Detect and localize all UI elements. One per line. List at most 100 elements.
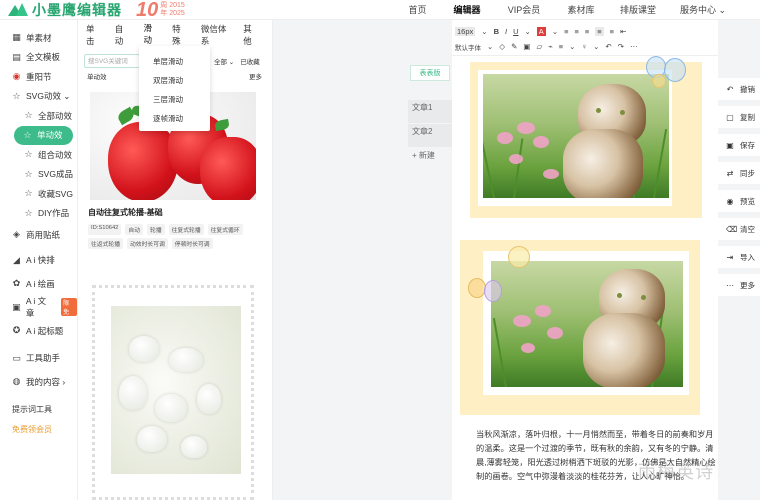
sidebar-item-tools[interactable]: ▭ 工具助手: [0, 349, 77, 369]
more-icon[interactable]: ⋯: [630, 42, 638, 51]
image-icon[interactable]: ▣: [523, 42, 530, 51]
doc-item-2[interactable]: 文章2: [408, 124, 452, 147]
font-color-icon[interactable]: A: [536, 27, 546, 36]
italic-icon[interactable]: I: [505, 27, 507, 36]
save-icon: ▣: [726, 140, 734, 150]
line-height-icon[interactable]: ≡: [610, 27, 614, 36]
tab-other[interactable]: 其他: [243, 23, 257, 47]
more-button[interactable]: ⋯ 更多: [718, 274, 760, 296]
top-nav-bar: 小墨鹰编辑器 10 周 2015 年 2025 首页 编辑器 VIP会员 素材库…: [0, 0, 760, 20]
free-vip-link[interactable]: 免费领会员: [0, 420, 77, 440]
nav-class[interactable]: 排版课堂: [608, 0, 668, 20]
sidebar-label: 全部动效: [38, 110, 73, 121]
item-tags: ID:S10642 自动 轮播 往复式轮播 往复式循环 往返式轮播 动效时长可调…: [78, 218, 273, 249]
copy-button[interactable]: ▢ 复制: [718, 106, 760, 128]
sidebar-item-ai-title[interactable]: ✪ A i 起标题: [0, 321, 77, 341]
watermark-text: 雨梅英诗: [638, 462, 714, 482]
ai-text-icon: ▣: [12, 301, 21, 312]
chevron-down-icon[interactable]: ⌄: [481, 27, 487, 36]
sidebar-item-ai-typeset[interactable]: ◢ A i 快排: [0, 251, 77, 271]
sidebar-sub-fav-svg[interactable]: ☆ 收藏SVG: [0, 184, 77, 204]
sidebar-item-single-material[interactable]: ▦ 单素材: [0, 28, 77, 48]
main-nav: 首页 编辑器 VIP会员 素材库 排版课堂 服务中心 ⌄: [395, 0, 738, 20]
emoji-icon[interactable]: ♀: [581, 42, 587, 51]
sidebar-sub-single-effect[interactable]: ☆ 单动效: [14, 125, 73, 145]
dropdown-item-triple-slide[interactable]: 三层滑动: [139, 90, 210, 109]
align-left-icon[interactable]: ≡: [564, 27, 568, 36]
sidebar-sub-all-effects[interactable]: ☆ 全部动效: [0, 106, 77, 126]
undo-icon[interactable]: ↶: [605, 42, 611, 51]
anniversary-badge: 10 周 2015 年 2025: [136, 0, 185, 20]
sidebar-label: 商用贴纸: [26, 229, 61, 240]
filter-all-dropdown[interactable]: 全部 ⌄: [214, 56, 234, 66]
sync-button[interactable]: ⇄ 同步: [718, 162, 760, 184]
filter-favorites[interactable]: 已收藏: [240, 56, 260, 66]
font-size-select[interactable]: 16px: [455, 27, 476, 36]
list-icon[interactable]: ≡: [559, 42, 563, 51]
save-button[interactable]: ▣ 保存: [718, 134, 760, 156]
nav-vip[interactable]: VIP会员: [494, 0, 554, 20]
import-button[interactable]: ⇥ 导入: [718, 246, 760, 268]
prompt-tool-link[interactable]: 提示词工具: [0, 400, 77, 420]
brand-logo[interactable]: 小墨鹰编辑器: [8, 0, 122, 20]
undo-icon: ↶: [726, 84, 734, 94]
sidebar-item-ai-article[interactable]: ▣ A i 文章 限免: [0, 296, 77, 318]
anniversary-line1: 周 2015: [160, 1, 185, 9]
align-justify-icon[interactable]: ≡: [595, 27, 604, 36]
clear-button[interactable]: ⌫ 清空: [718, 218, 760, 240]
brush-icon[interactable]: ✎: [511, 42, 517, 51]
tab-click[interactable]: 单击: [86, 23, 100, 47]
tab-special[interactable]: 特殊: [172, 23, 186, 47]
bold-icon[interactable]: B: [494, 27, 499, 36]
document-list: 文章1 文章2 + 新建: [408, 100, 452, 172]
doc-item-1[interactable]: 文章1: [408, 100, 452, 123]
sidebar-item-ai-paint[interactable]: ✿ A i 绘画: [0, 274, 77, 294]
sidebar-item-festival[interactable]: ◉ 重阳节: [0, 67, 77, 87]
align-right-icon[interactable]: ≡: [585, 27, 589, 36]
chevron-down-icon[interactable]: ⌄: [569, 42, 575, 51]
nav-home[interactable]: 首页: [395, 0, 440, 20]
snowdrop-thumbnail[interactable]: [92, 285, 254, 500]
sidebar-item-templates[interactable]: ▤ 全文模板: [0, 48, 77, 68]
sidebar-item-stickers[interactable]: ◈ 商用贴纸: [0, 225, 77, 245]
align-center-icon[interactable]: ≡: [575, 27, 579, 36]
chevron-down-icon[interactable]: ⌄: [552, 27, 558, 36]
nav-service[interactable]: 服务中心 ⌄: [668, 0, 738, 20]
redo-icon[interactable]: ↷: [618, 42, 624, 51]
dropdown-item-double-slide[interactable]: 双层滑动: [139, 71, 210, 90]
dropdown-item-single-slide[interactable]: 单层滑动: [139, 52, 210, 71]
underline-icon[interactable]: U: [513, 27, 518, 36]
preview-button[interactable]: ◉ 预览: [718, 190, 760, 212]
svg-search-input[interactable]: 搜SVG关键词: [84, 54, 140, 68]
action-label: 复制: [740, 112, 755, 122]
cat-image-frame-2[interactable]: [460, 240, 700, 415]
cat-photo-2: [491, 261, 683, 387]
sidebar-item-svg[interactable]: ☆ SVG动效 ⌄: [0, 87, 77, 107]
eraser-icon[interactable]: ◇: [499, 42, 505, 51]
nav-editor[interactable]: 编辑器: [440, 0, 494, 20]
more-link[interactable]: 更多: [249, 72, 262, 84]
tab-slide[interactable]: 滑动: [143, 22, 158, 48]
shape-icon[interactable]: ▱: [536, 42, 542, 51]
sidebar-sub-diy[interactable]: ☆ DIY作品: [0, 204, 77, 224]
new-doc-button[interactable]: + 新建: [408, 148, 452, 171]
sidebar-item-my-content[interactable]: ◍ 我的内容 ›: [0, 372, 77, 392]
style-toggle-button[interactable]: 表表版: [410, 65, 450, 81]
font-family-select[interactable]: 默认字体: [455, 42, 481, 52]
chevron-down-icon[interactable]: ⌄: [593, 42, 599, 51]
tag: 停顿时长可调: [171, 238, 213, 249]
dropdown-item-frame-slide[interactable]: 逐帧滑动: [139, 109, 210, 128]
cat-image-frame-1[interactable]: [470, 56, 702, 218]
sidebar-sub-combo-effect[interactable]: ☆ 组合动效: [0, 145, 77, 165]
nav-materials[interactable]: 素材库: [554, 0, 608, 20]
sidebar-sub-svg-products[interactable]: ☆ SVG成品: [0, 165, 77, 185]
brand-name: 小墨鹰编辑器: [32, 1, 122, 18]
item-title[interactable]: 自动往复式轮播-基础: [78, 200, 272, 218]
link-icon[interactable]: ⌁: [548, 42, 553, 51]
tab-wechat[interactable]: 微信体系: [201, 23, 228, 47]
chevron-down-icon[interactable]: ⌄: [487, 42, 493, 51]
chevron-down-icon[interactable]: ⌄: [525, 27, 531, 36]
indent-icon[interactable]: ⇤: [620, 27, 626, 36]
undo-button[interactable]: ↶ 撤销: [718, 78, 760, 100]
tab-auto[interactable]: 自动: [115, 23, 129, 47]
